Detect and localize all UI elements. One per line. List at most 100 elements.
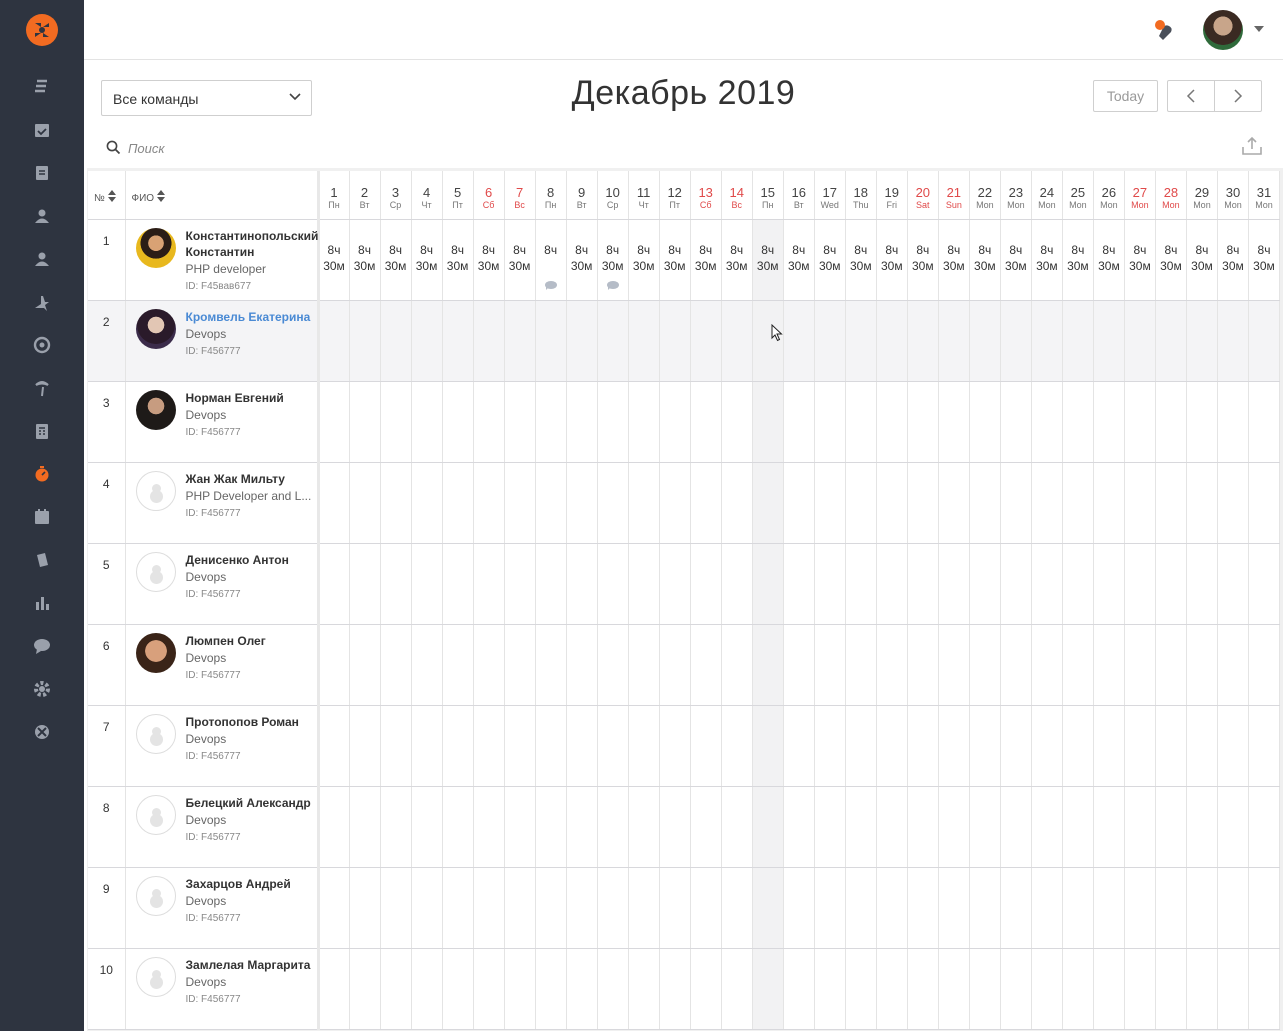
employee-name[interactable]: Протопопов Роман xyxy=(186,715,299,729)
day-cell[interactable]: 8ч 30м xyxy=(349,219,381,301)
day-cell[interactable] xyxy=(504,705,536,787)
day-cell[interactable] xyxy=(845,462,877,544)
day-cell[interactable] xyxy=(1000,543,1032,625)
day-cell[interactable] xyxy=(318,624,350,706)
notifications-bell-icon[interactable] xyxy=(1153,18,1177,42)
day-cell[interactable] xyxy=(1186,867,1218,949)
day-cell[interactable] xyxy=(938,948,970,1030)
day-cell[interactable] xyxy=(938,786,970,868)
day-cell[interactable] xyxy=(318,948,350,1030)
day-cell[interactable] xyxy=(411,381,443,463)
day-cell[interactable] xyxy=(380,786,412,868)
day-cell[interactable] xyxy=(628,624,660,706)
day-cell[interactable]: 8ч 30м xyxy=(938,219,970,301)
day-cell[interactable]: 8ч 30м xyxy=(845,219,877,301)
employee-name[interactable]: Белецкий Александр xyxy=(186,796,311,810)
day-cell[interactable] xyxy=(1062,786,1094,868)
day-cell[interactable] xyxy=(1000,624,1032,706)
day-cell[interactable] xyxy=(318,300,350,382)
day-cell[interactable] xyxy=(1217,462,1249,544)
day-cell[interactable]: 8ч 30м xyxy=(1031,219,1063,301)
day-cell[interactable] xyxy=(597,462,629,544)
day-cell[interactable] xyxy=(721,624,753,706)
day-cell[interactable] xyxy=(628,300,660,382)
day-cell[interactable] xyxy=(1248,462,1281,544)
day-cell[interactable] xyxy=(1093,705,1125,787)
day-cell[interactable] xyxy=(535,543,567,625)
day-cell[interactable] xyxy=(783,624,815,706)
day-cell[interactable] xyxy=(1155,624,1187,706)
day-cell[interactable] xyxy=(752,624,784,706)
day-cell[interactable] xyxy=(473,867,505,949)
day-cell[interactable] xyxy=(318,867,350,949)
day-cell[interactable] xyxy=(907,543,939,625)
day-cell[interactable] xyxy=(876,786,908,868)
day-cell[interactable] xyxy=(814,786,846,868)
day-cell[interactable] xyxy=(876,300,908,382)
day-cell[interactable] xyxy=(442,786,474,868)
day-cell[interactable] xyxy=(1000,300,1032,382)
day-cell[interactable] xyxy=(659,381,691,463)
day-cell[interactable] xyxy=(969,462,1001,544)
day-cell[interactable] xyxy=(349,948,381,1030)
day-cell[interactable] xyxy=(1155,381,1187,463)
day-cell[interactable] xyxy=(969,543,1001,625)
day-cell[interactable] xyxy=(504,381,536,463)
day-cell[interactable] xyxy=(473,705,505,787)
employee-cell[interactable]: Замлелая Маргарита Devops ID: F456777 xyxy=(125,948,320,1030)
day-cell[interactable] xyxy=(628,948,660,1030)
day-cell[interactable] xyxy=(907,462,939,544)
day-cell[interactable] xyxy=(349,624,381,706)
day-cell[interactable] xyxy=(1062,300,1094,382)
day-cell[interactable] xyxy=(318,462,350,544)
day-cell[interactable] xyxy=(628,705,660,787)
day-cell[interactable] xyxy=(566,786,598,868)
day-cell[interactable] xyxy=(659,948,691,1030)
day-cell[interactable] xyxy=(814,543,846,625)
day-cell[interactable] xyxy=(628,381,660,463)
day-cell[interactable] xyxy=(597,867,629,949)
day-cell[interactable] xyxy=(473,381,505,463)
day-cell[interactable] xyxy=(1093,462,1125,544)
day-cell[interactable] xyxy=(690,948,722,1030)
day-cell[interactable] xyxy=(1093,543,1125,625)
day-cell[interactable] xyxy=(1217,948,1249,1030)
day-cell[interactable] xyxy=(1062,543,1094,625)
day-cell[interactable] xyxy=(1186,948,1218,1030)
day-cell[interactable] xyxy=(1062,462,1094,544)
day-cell[interactable] xyxy=(597,543,629,625)
day-cell[interactable] xyxy=(1093,786,1125,868)
day-cell[interactable] xyxy=(969,867,1001,949)
day-cell[interactable] xyxy=(1031,867,1063,949)
day-cell[interactable] xyxy=(659,786,691,868)
prev-month-button[interactable] xyxy=(1167,80,1215,112)
next-month-button[interactable] xyxy=(1214,80,1262,112)
day-cell[interactable] xyxy=(845,300,877,382)
day-cell[interactable] xyxy=(783,948,815,1030)
day-cell[interactable]: 8ч 30м xyxy=(1155,219,1187,301)
day-cell[interactable] xyxy=(876,948,908,1030)
day-cell[interactable] xyxy=(845,705,877,787)
day-cell[interactable] xyxy=(473,462,505,544)
day-cell[interactable] xyxy=(876,462,908,544)
help-icon[interactable] xyxy=(32,722,52,742)
day-cell[interactable] xyxy=(504,786,536,868)
day-cell[interactable] xyxy=(473,624,505,706)
table-row[interactable]: 5 Денисенко Антон Devops ID: F456777 xyxy=(88,543,1281,625)
day-cell[interactable] xyxy=(1155,786,1187,868)
day-cell[interactable]: 8ч 30м xyxy=(442,219,474,301)
day-cell[interactable] xyxy=(1186,786,1218,868)
day-cell[interactable] xyxy=(907,381,939,463)
day-cell[interactable]: 8ч 30м xyxy=(1124,219,1156,301)
day-cell[interactable] xyxy=(721,948,753,1030)
plane-icon[interactable] xyxy=(32,292,52,312)
day-cell[interactable] xyxy=(504,300,536,382)
day-cell[interactable] xyxy=(752,948,784,1030)
day-cell[interactable] xyxy=(628,462,660,544)
table-row[interactable]: 9 Захарцов Андрей Devops ID: F456777 xyxy=(88,867,1281,949)
day-cell[interactable] xyxy=(1062,624,1094,706)
day-cell[interactable] xyxy=(1124,786,1156,868)
day-cell[interactable] xyxy=(1093,624,1125,706)
day-cell[interactable] xyxy=(473,543,505,625)
day-cell[interactable] xyxy=(380,867,412,949)
